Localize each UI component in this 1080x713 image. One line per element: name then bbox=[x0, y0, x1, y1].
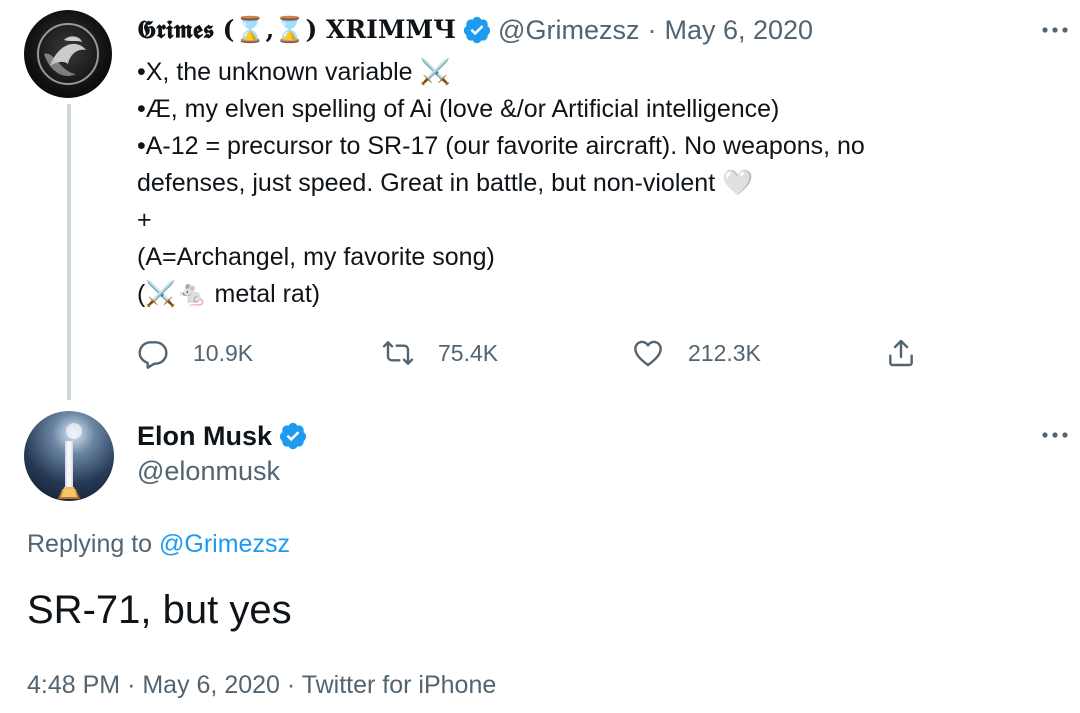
share-button[interactable] bbox=[885, 333, 941, 373]
retweet-icon bbox=[382, 341, 414, 365]
handle-grimes[interactable]: @Grimezsz bbox=[498, 15, 639, 46]
avatar-grimes-art bbox=[37, 23, 99, 85]
replying-prefix: Replying to bbox=[27, 530, 153, 558]
tweet-metadata: 4:48 PM · May 6, 2020 · Twitter for iPho… bbox=[27, 671, 496, 700]
tweet-line: + bbox=[137, 206, 152, 234]
replying-to-link[interactable]: @Grimezsz bbox=[159, 530, 290, 558]
reply-tweet-header: Elon Musk bbox=[137, 418, 314, 454]
like-count: 212.3K bbox=[688, 339, 761, 366]
more-options-icon[interactable] bbox=[1035, 20, 1075, 40]
meta-separator: · bbox=[127, 671, 136, 699]
tweet-line: •X, the unknown variable ⚔️ bbox=[137, 58, 451, 86]
reply-tweet-text: SR-71, but yes bbox=[27, 588, 292, 632]
avatar-elonmusk[interactable] bbox=[24, 411, 114, 501]
retweet-count: 75.4K bbox=[438, 339, 499, 366]
tweet-full-date[interactable]: May 6, 2020 bbox=[142, 671, 280, 699]
meta-separator: · bbox=[286, 671, 296, 699]
tweet-date[interactable]: May 6, 2020 bbox=[664, 15, 813, 46]
heart-icon bbox=[634, 340, 662, 367]
like-button[interactable]: 212.3K bbox=[632, 333, 761, 373]
more-options-icon[interactable] bbox=[1035, 425, 1075, 445]
handle-elonmusk[interactable]: @elonmusk bbox=[137, 456, 280, 487]
original-tweet-header: 𝕲𝖗𝖎𝖒𝖊𝖘 (⌛,⌛) XRIMMЧ @Grimezsz · May 6, 2… bbox=[137, 12, 813, 48]
tweet-source[interactable]: Twitter for iPhone bbox=[302, 671, 497, 699]
display-name-grimes[interactable]: 𝕲𝖗𝖎𝖒𝖊𝖘 (⌛,⌛) XRIMMЧ bbox=[137, 15, 456, 45]
tweet-line: defenses, just speed. Great in battle, b… bbox=[137, 169, 754, 197]
retweet-button[interactable]: 75.4K bbox=[382, 333, 498, 373]
avatar-elonmusk-art bbox=[58, 423, 82, 499]
tweet-line: (A=Archangel, my favorite song) bbox=[137, 243, 495, 271]
avatar-grimes[interactable] bbox=[24, 10, 112, 98]
tweet-line: (⚔️🐁 metal rat) bbox=[137, 280, 321, 308]
tweet-line: •Æ, my elven spelling of Ai (love &/or A… bbox=[137, 95, 780, 123]
reply-icon bbox=[138, 341, 168, 369]
original-tweet-text: •X, the unknown variable ⚔️ •Æ, my elven… bbox=[137, 54, 1037, 313]
tweet-time[interactable]: 4:48 PM bbox=[27, 671, 120, 699]
header-separator: · bbox=[647, 14, 657, 45]
reply-count: 10.9K bbox=[193, 339, 254, 366]
share-icon bbox=[889, 339, 913, 367]
tweet-line: •A-12 = precursor to SR-17 (our favorite… bbox=[137, 132, 865, 160]
thread-connector-line bbox=[67, 104, 71, 400]
replying-to-line: Replying to @Grimezsz bbox=[27, 530, 290, 559]
tweet-action-bar: 10.9K 75.4K 212.3K bbox=[137, 333, 937, 373]
verified-badge-icon bbox=[279, 422, 307, 450]
verified-badge-icon bbox=[463, 16, 491, 44]
display-name-elon[interactable]: Elon Musk bbox=[137, 421, 272, 452]
reply-button[interactable]: 10.9K bbox=[137, 333, 253, 373]
